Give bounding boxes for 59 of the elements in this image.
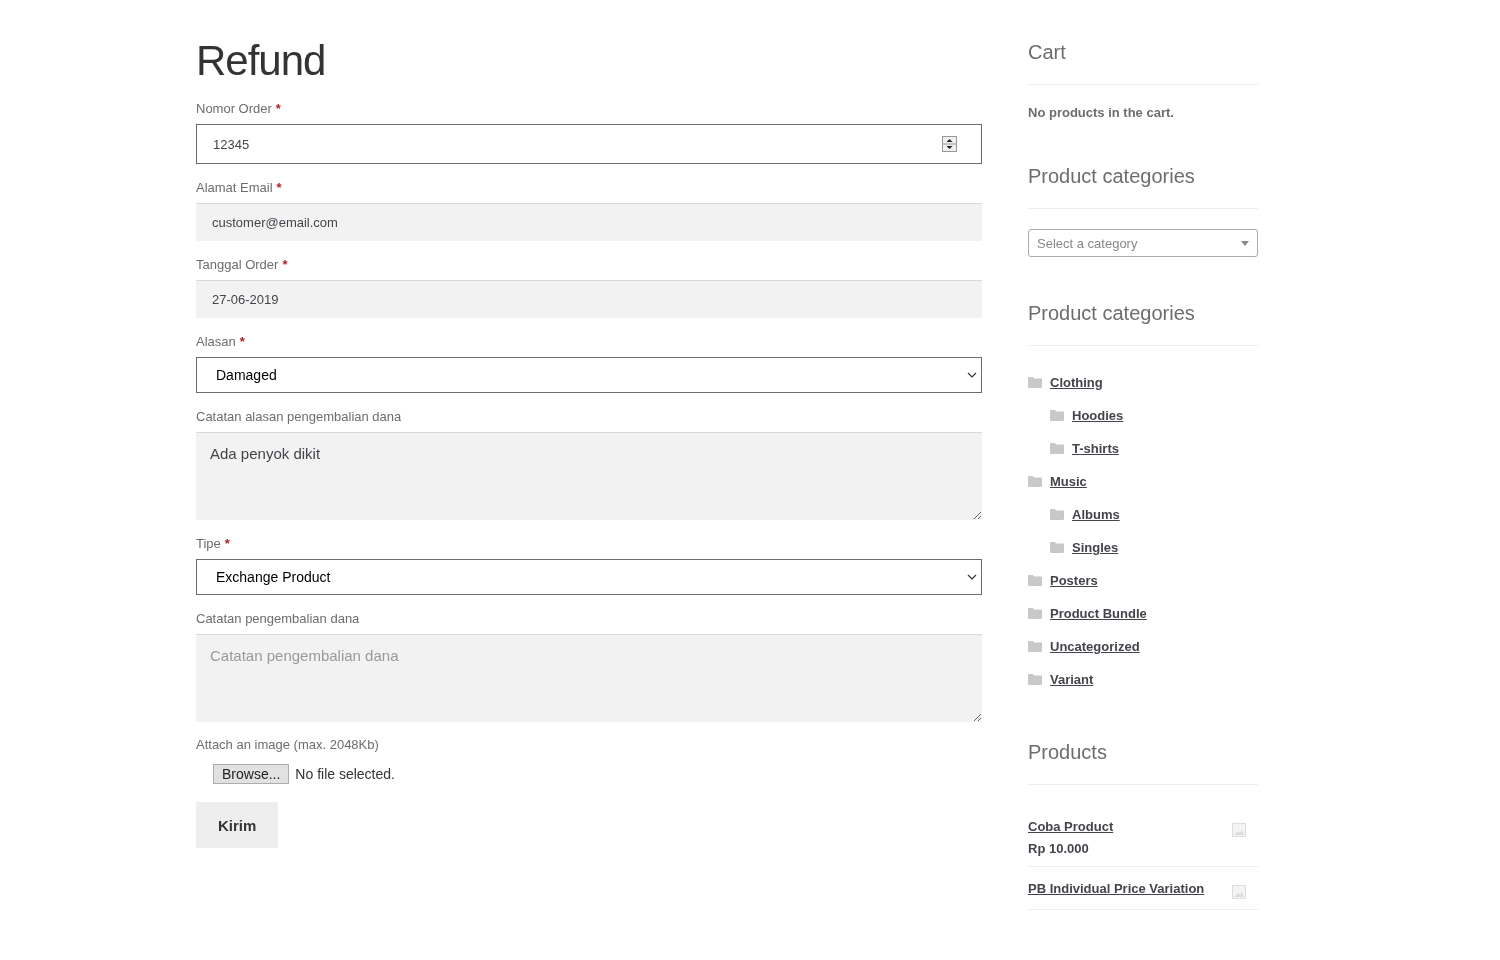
select-field[interactable]: Exchange Product: [196, 559, 982, 595]
file-status: No file selected.: [295, 766, 395, 782]
category-link[interactable]: Variant: [1050, 672, 1094, 687]
select-field[interactable]: Damaged: [196, 357, 982, 393]
folder-icon: [1028, 608, 1042, 619]
folder-icon: [1028, 476, 1042, 487]
field-label: Nomor Order: [196, 100, 272, 118]
folder-icon: [1028, 641, 1042, 652]
category-link[interactable]: Clothing: [1050, 375, 1103, 390]
folder-icon: [1050, 509, 1064, 520]
widget-title: Product categories: [1028, 299, 1258, 346]
category-link[interactable]: Albums: [1072, 507, 1120, 522]
widget-title: Products: [1028, 738, 1258, 785]
page-title: Refund: [196, 36, 327, 86]
field-label: Catatan alasan pengembalian dana: [196, 408, 402, 426]
category-link[interactable]: Product Bundle: [1050, 606, 1147, 621]
category-link[interactable]: Music: [1050, 474, 1087, 489]
submit-button[interactable]: Kirim: [196, 802, 279, 848]
category-link[interactable]: Hoodies: [1072, 408, 1124, 423]
folder-icon: [1050, 443, 1064, 454]
text-field[interactable]: customer@email.com: [196, 203, 982, 241]
category-link[interactable]: Uncategorized: [1050, 639, 1140, 654]
folder-icon: [1050, 410, 1064, 421]
required-mark: *: [282, 256, 288, 274]
folder-icon: [1028, 377, 1042, 388]
field-label: Tipe: [196, 535, 221, 553]
required-mark: *: [224, 535, 230, 553]
textarea-field[interactable]: Ada penyok dikit: [196, 432, 982, 520]
spinner-icon[interactable]: [942, 136, 957, 152]
required-mark: *: [276, 179, 282, 197]
widget-title: Product categories: [1028, 162, 1258, 209]
field-label: Alasan: [196, 333, 236, 351]
product-link[interactable]: Coba Product: [1028, 819, 1114, 834]
browse-button[interactable]: Browse...: [213, 764, 290, 784]
widget-title: Cart: [1028, 38, 1258, 85]
number-field[interactable]: 12345: [196, 124, 982, 164]
text-field[interactable]: 27-06-2019: [196, 280, 982, 318]
image-placeholder-icon: [1232, 823, 1246, 837]
field-label: Catatan pengembalian dana: [196, 610, 360, 628]
category-link[interactable]: Singles: [1072, 540, 1119, 555]
required-mark: *: [239, 333, 245, 351]
image-placeholder-icon: [1232, 885, 1246, 899]
folder-icon: [1050, 542, 1064, 553]
field-label: Alamat Email: [196, 179, 273, 197]
textarea-field[interactable]: Catatan pengembalian dana: [196, 634, 982, 722]
category-link[interactable]: T-shirts: [1072, 441, 1119, 456]
chevron-down-icon: [967, 574, 977, 580]
folder-icon: [1028, 674, 1042, 685]
category-link[interactable]: Posters: [1050, 573, 1098, 588]
field-label: Tanggal Order: [196, 256, 279, 274]
cart-message: No products in the cart.: [1028, 105, 1175, 120]
category-select[interactable]: Select a category: [1028, 229, 1258, 257]
dropdown-arrow-icon: [1241, 240, 1249, 246]
chevron-down-icon: [967, 372, 977, 378]
folder-icon: [1028, 575, 1042, 586]
required-mark: *: [275, 100, 281, 118]
attachment-label: Attach an image (max. 2048Kb): [196, 737, 380, 752]
product-link[interactable]: PB Individual Price Variation: [1028, 881, 1205, 896]
product-price: Rp 10.000: [1028, 841, 1090, 856]
